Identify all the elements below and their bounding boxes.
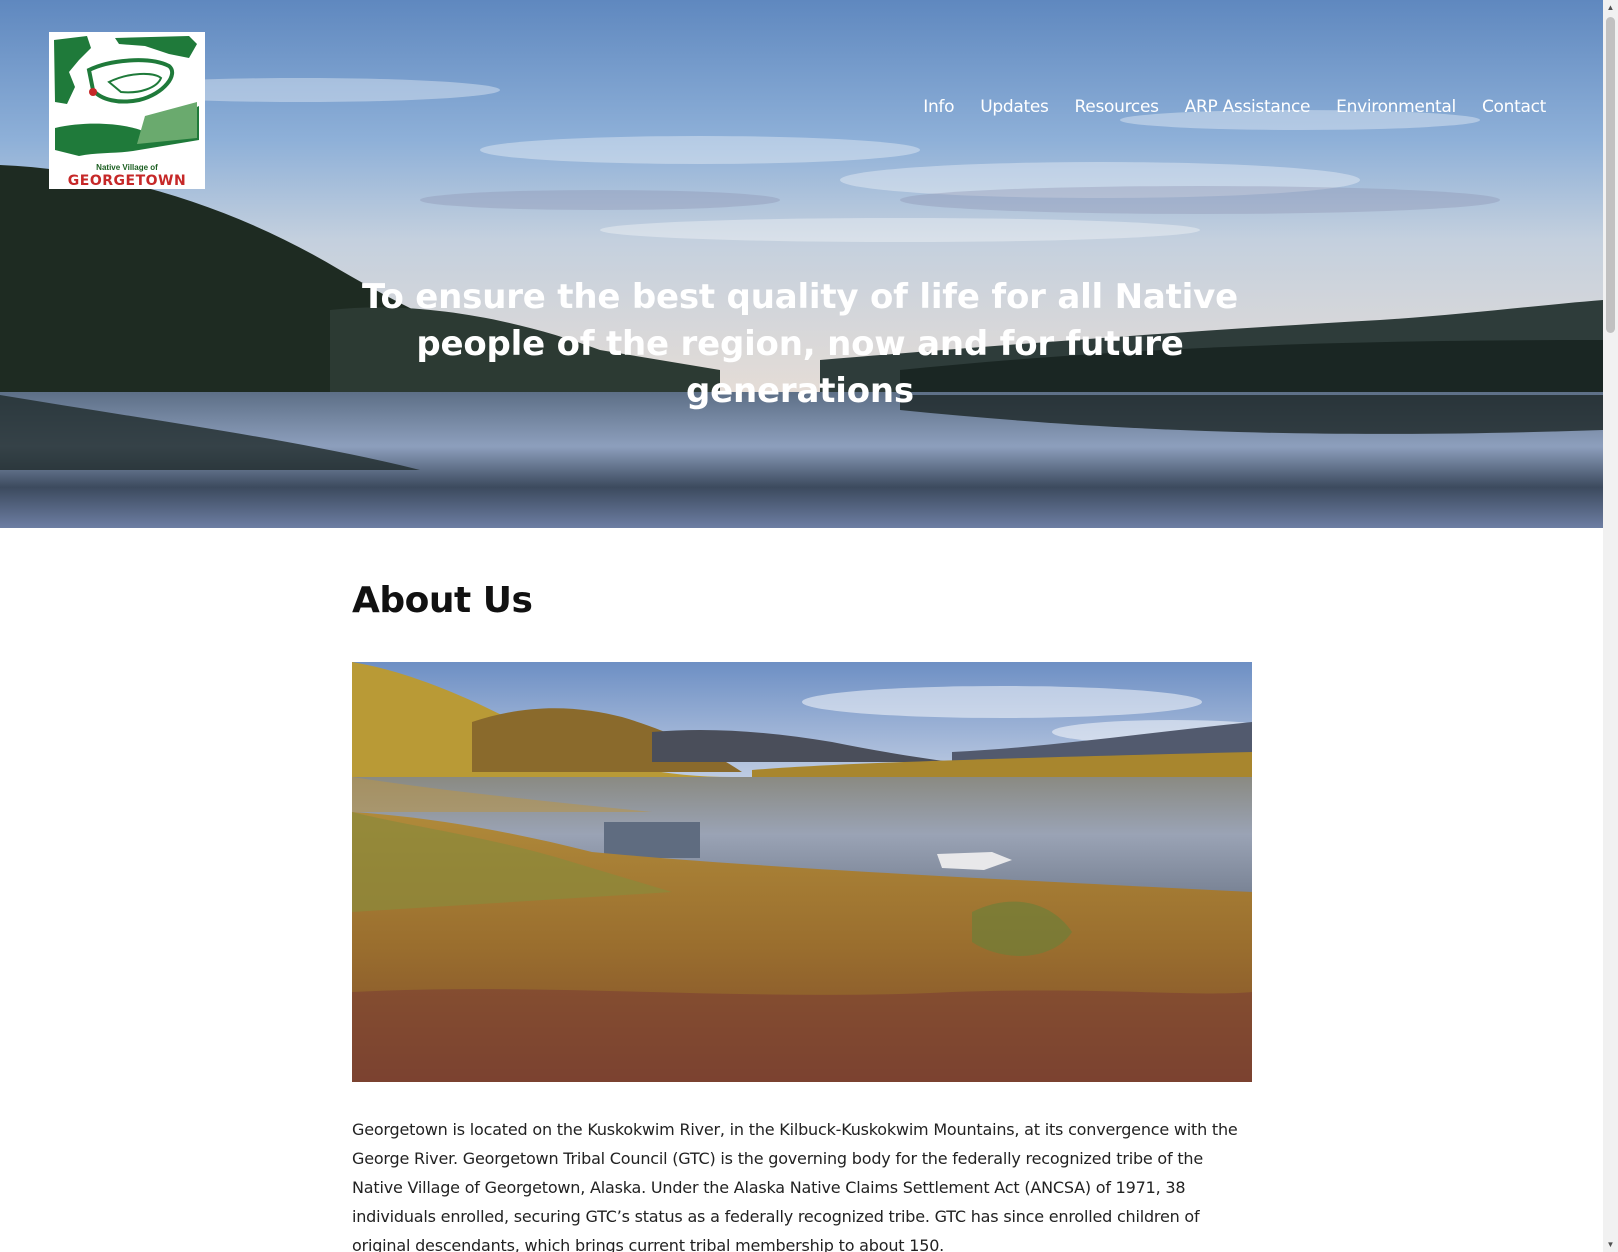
scrollbar-thumb[interactable] bbox=[1606, 17, 1615, 333]
logo-subtitle: Native Village of bbox=[96, 163, 158, 172]
nav-item-contact[interactable]: Contact bbox=[1482, 97, 1546, 117]
nav-item-environmental[interactable]: Environmental bbox=[1336, 97, 1456, 117]
page: Native Village of GEORGETOWN Info Update… bbox=[0, 0, 1618, 1252]
nav-item-resources[interactable]: Resources bbox=[1075, 97, 1159, 117]
nav-item-updates[interactable]: Updates bbox=[980, 97, 1049, 117]
vertical-scrollbar[interactable]: ▲ ▼ bbox=[1603, 0, 1618, 1252]
about-paragraph: Georgetown is located on the Kuskokwim R… bbox=[352, 1120, 1238, 1252]
nav-item-info[interactable]: Info bbox=[923, 97, 954, 117]
nav-item-arp-assistance[interactable]: ARP Assistance bbox=[1185, 97, 1311, 117]
logo-map-graphic bbox=[54, 36, 199, 156]
hero-tagline: To ensure the best quality of life for a… bbox=[362, 277, 1238, 411]
about-river-photo bbox=[352, 662, 1252, 1082]
hero-banner: Native Village of GEORGETOWN Info Update… bbox=[0, 0, 1603, 528]
hero-landscape-image bbox=[0, 0, 1603, 528]
logo-title: GEORGETOWN bbox=[67, 173, 187, 189]
scroll-down-arrow-icon[interactable]: ▼ bbox=[1603, 1237, 1618, 1252]
main-nav: Info Updates Resources ARP Assistance En… bbox=[923, 97, 1546, 117]
scroll-up-arrow-icon[interactable]: ▲ bbox=[1603, 0, 1618, 15]
about-title: About Us bbox=[352, 580, 533, 621]
site-logo[interactable]: Native Village of GEORGETOWN bbox=[49, 32, 205, 189]
